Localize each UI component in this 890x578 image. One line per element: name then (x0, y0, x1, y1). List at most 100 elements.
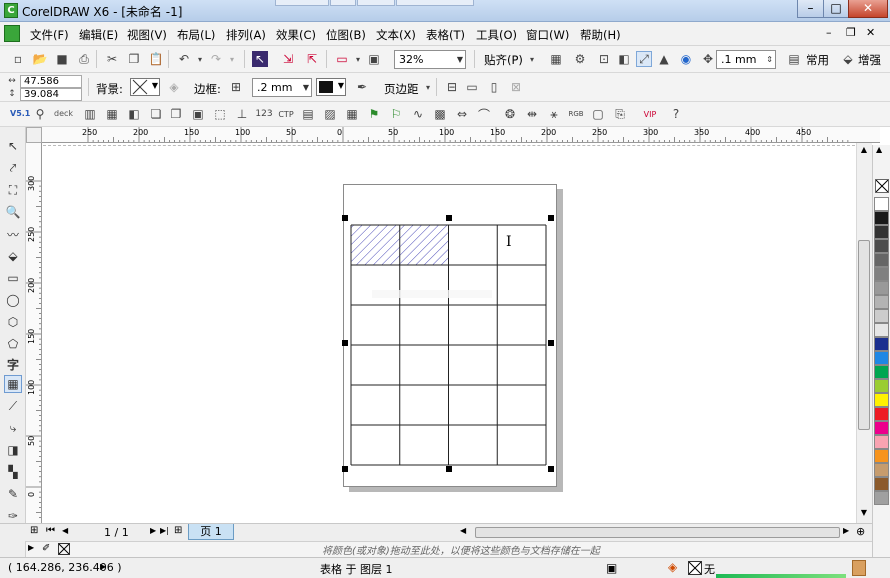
table-tool-icon[interactable]: ▦ (4, 375, 22, 393)
options-icon[interactable]: ⚙ (572, 51, 588, 67)
undo-icon[interactable]: ↶ (176, 51, 192, 67)
rectangle-tool-icon[interactable]: ▭ (4, 269, 22, 287)
palette-swatch[interactable] (874, 267, 889, 281)
welcome-screen-icon[interactable]: ▣ (366, 51, 382, 67)
scroll-left-icon[interactable]: ◀ (460, 526, 466, 535)
doc-restore-icon[interactable]: ❐ (846, 26, 856, 39)
selected-table-cell[interactable] (351, 225, 400, 265)
compare-icon[interactable]: ⇔ (454, 106, 470, 122)
menu-view[interactable]: 视图(V) (127, 27, 167, 43)
chart-icon[interactable]: ▲ (656, 51, 672, 67)
align-icon[interactable]: ⊥ (234, 106, 250, 122)
deck-label[interactable]: deck (54, 109, 73, 118)
menu-text[interactable]: 文本(X) (376, 27, 416, 43)
barcode-icon[interactable]: ▥ (82, 106, 98, 122)
palette-swatch[interactable] (874, 239, 889, 253)
add-page-after-icon[interactable]: ⊞ (174, 525, 188, 539)
palette-swatch[interactable] (874, 295, 889, 309)
background-color-picker[interactable]: ▼ (130, 78, 160, 96)
selection-handle[interactable] (446, 466, 452, 472)
dimension-tool-icon[interactable]: ⟋ (4, 397, 22, 415)
polygon-tool-icon[interactable]: ⬡ (4, 313, 22, 331)
print-icon[interactable]: ⎙ (76, 51, 92, 67)
palette-swatch[interactable] (874, 225, 889, 239)
blend-tool-icon[interactable]: ◨ (4, 441, 22, 459)
selection-handle[interactable] (342, 340, 348, 346)
palette-swatch[interactable] (874, 477, 889, 491)
object-height-input[interactable]: 39.084 mm (20, 88, 82, 111)
new-icon[interactable]: ▫ (10, 51, 26, 67)
distribute-icon[interactable]: ❂ (502, 106, 518, 122)
zoom-navigator-icon[interactable]: ⊕ (856, 525, 865, 538)
split-horizontal-icon[interactable]: ▭ (464, 79, 480, 95)
palette-swatch[interactable] (874, 435, 889, 449)
selected-table-cell[interactable] (399, 225, 449, 265)
page-margin-menu[interactable]: 页边距 (384, 81, 419, 97)
last-page-icon[interactable]: ▶| (160, 526, 169, 535)
palette-swatch[interactable] (874, 407, 889, 421)
object-width-input[interactable]: 47.586 mm (20, 75, 82, 98)
connector-tool-icon[interactable]: ⤷ (4, 419, 22, 437)
rgb-cmyk-icon[interactable]: RGB (568, 106, 584, 122)
menu-arrange[interactable]: 排列(A) (226, 27, 266, 43)
palette-scroll-up-icon[interactable]: ▲ (876, 145, 882, 154)
color-proof-icon[interactable]: ▣ (606, 561, 617, 575)
text-tool-icon[interactable]: 字 (4, 355, 22, 373)
no-color-swatch[interactable] (875, 179, 889, 193)
table-object[interactable] (343, 210, 558, 480)
prev-page-icon[interactable]: ◀ (62, 526, 68, 535)
margin-dropdown-icon[interactable]: ▾ (420, 79, 436, 95)
menu-tools[interactable]: 工具(O) (476, 27, 517, 43)
menu-edit[interactable]: 编辑(E) (79, 27, 118, 43)
duplicate-icon[interactable]: ❐ (168, 106, 184, 122)
snap-to-menu[interactable]: 贴齐(P) (484, 52, 523, 68)
palette-swatch[interactable] (874, 421, 889, 435)
shape-icon[interactable]: ◧ (126, 106, 142, 122)
palette-swatch[interactable] (874, 323, 889, 337)
doc-minimize-icon[interactable]: – (826, 26, 832, 39)
node-icon[interactable]: ⚑ (366, 106, 382, 122)
menu-layout[interactable]: 布局(L) (177, 27, 215, 43)
palette-swatch[interactable] (874, 449, 889, 463)
pick-tool-icon[interactable]: ↖ (4, 137, 22, 155)
nudge-left-icon[interactable]: ◧ (616, 51, 632, 67)
transparency-tool-icon[interactable]: ▚ (4, 463, 22, 481)
palette-swatch[interactable] (874, 197, 889, 211)
split-cells-icon[interactable]: ⊠ (508, 79, 524, 95)
selection-handle[interactable] (446, 215, 452, 221)
document-icon[interactable] (4, 25, 20, 42)
grid-snap-icon[interactable]: ▦ (548, 51, 564, 67)
zoom-tool-icon[interactable]: 🔍 (4, 203, 22, 221)
numbering-icon[interactable]: 123 (255, 106, 272, 122)
image-frame-icon[interactable]: ▩ (432, 106, 448, 122)
border-color-picker[interactable]: ▼ (316, 78, 346, 96)
palette-swatch[interactable] (874, 351, 889, 365)
vertical-scroll-thumb[interactable] (858, 240, 870, 430)
add-page-icon[interactable]: ⊞ (30, 525, 44, 539)
menu-help[interactable]: 帮助(H) (580, 27, 621, 43)
basic-shapes-icon[interactable]: ⬠ (4, 335, 22, 353)
eyedropper-tool-icon[interactable]: ✎ (4, 485, 22, 503)
palette-swatch[interactable] (874, 281, 889, 295)
palette-swatch[interactable] (874, 379, 889, 393)
page-tab[interactable]: 页 1 (188, 524, 234, 540)
no-color-swatch[interactable] (58, 543, 70, 555)
undo-dropdown-icon[interactable]: ▾ (192, 51, 208, 67)
ellipse-tool-icon[interactable]: ◯ (4, 291, 22, 309)
image-icon[interactable]: ▨ (322, 106, 338, 122)
menu-effects[interactable]: 效果(C) (276, 27, 316, 43)
status-expand-icon[interactable]: ▶ (100, 562, 106, 571)
border-width-select[interactable]: .2 mm ▼ (252, 78, 312, 97)
crop-tool-icon[interactable]: ⛶ (4, 181, 22, 199)
connector-icon[interactable]: ⚐ (388, 106, 404, 122)
copy-format-icon[interactable]: ⎘ (612, 106, 628, 122)
selection-handle[interactable] (548, 466, 554, 472)
merge-cells-icon[interactable]: ⊟ (444, 79, 460, 95)
scroll-right-icon[interactable]: ▶ (843, 526, 849, 535)
snap-dropdown-icon[interactable]: ▾ (524, 51, 540, 67)
workspace-enhanced[interactable]: 增强 (858, 52, 881, 68)
maximize-button[interactable]: □ (823, 0, 849, 18)
ruler-origin[interactable] (26, 127, 42, 143)
barcode-2-icon[interactable]: ▦ (104, 106, 120, 122)
export-image-icon[interactable]: ▣ (190, 106, 206, 122)
